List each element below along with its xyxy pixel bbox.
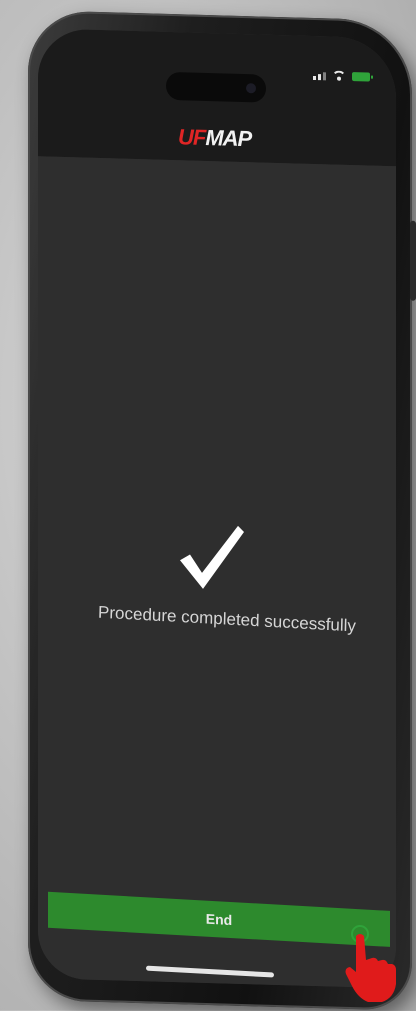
main-content: Procedure completed successfully End [38, 156, 396, 989]
phone-screen: UF MAP Procedure completed successfully … [38, 28, 396, 989]
camera-icon [246, 83, 256, 94]
app-logo: UF MAP [178, 124, 251, 152]
wifi-icon [332, 70, 346, 80]
side-button [410, 220, 416, 301]
success-message: Procedure completed successfully [97, 602, 357, 636]
status-bar: UF MAP [38, 28, 396, 167]
hand-pointer-icon [345, 925, 396, 1002]
signal-icon [313, 70, 326, 81]
logo-part1: UF [178, 124, 206, 150]
checkmark-icon [180, 525, 244, 589]
dynamic-island [166, 71, 266, 103]
logo-part2: MAP [205, 124, 252, 152]
phone-frame: UF MAP Procedure completed successfully … [28, 10, 416, 1011]
battery-icon [352, 71, 370, 82]
status-icons [313, 70, 370, 82]
home-indicator[interactable] [145, 965, 275, 978]
end-button[interactable]: End [48, 891, 390, 947]
